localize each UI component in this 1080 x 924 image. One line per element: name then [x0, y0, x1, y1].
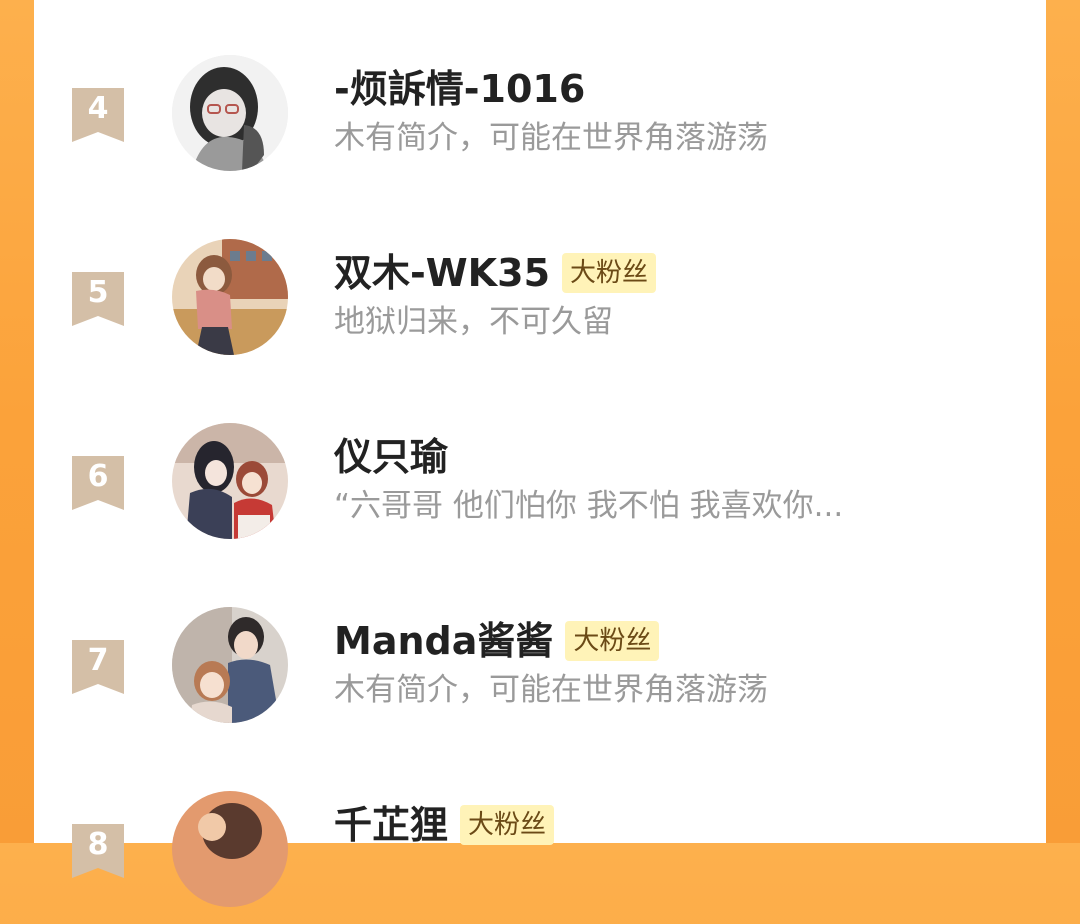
rank-badge: 8 — [72, 824, 124, 882]
avatar[interactable] — [172, 791, 288, 907]
rank-badge: 4 — [72, 88, 124, 146]
fan-badge: 大粉丝 — [460, 805, 555, 845]
list-item[interactable]: 7 Manda酱酱 大粉丝 木有简介，可能在世界角落游荡 — [34, 590, 1046, 740]
avatar[interactable] — [172, 55, 288, 171]
user-name[interactable]: 双木-WK35 — [334, 250, 550, 296]
user-name[interactable]: 千芷狸 — [334, 802, 448, 848]
user-bio: 木有简介，可能在世界角落游荡 — [334, 120, 768, 156]
name-line: Manda酱酱 大粉丝 — [334, 616, 660, 666]
rank-number: 7 — [87, 643, 109, 678]
avatar[interactable] — [172, 607, 288, 723]
user-name[interactable]: 仪只瑜 — [334, 434, 448, 480]
rank-number: 6 — [87, 459, 109, 494]
rank-badge: 6 — [72, 456, 124, 514]
avatar[interactable] — [172, 423, 288, 539]
fan-badge: 大粉丝 — [565, 621, 660, 661]
list-item[interactable]: 4 -烦訴情-1016 木有简介，可能在世界角落游荡 — [34, 38, 1046, 188]
avatar-image — [172, 607, 288, 723]
list-item[interactable]: 5 双木-WK35 大粉丝 地狱归来，不可久留 — [34, 222, 1046, 372]
rank-badge: 7 — [72, 640, 124, 698]
list-item[interactable]: 6 仪只瑜 “六哥哥 他们怕你 我不怕 我喜欢你... — [34, 406, 1046, 556]
rank-number: 4 — [87, 91, 109, 126]
name-line: -烦訴情-1016 — [334, 64, 585, 114]
name-line: 双木-WK35 大粉丝 — [334, 248, 657, 298]
name-line: 仪只瑜 — [334, 432, 448, 482]
user-name[interactable]: Manda酱酱 — [334, 618, 553, 664]
list-item[interactable]: 8 千芷狸 大粉丝 — [34, 774, 1046, 924]
user-name[interactable]: -烦訴情-1016 — [334, 66, 585, 112]
user-bio: 地狱归来，不可久留 — [334, 304, 613, 340]
rank-number: 8 — [87, 827, 109, 862]
avatar-image — [172, 423, 288, 539]
avatar-image — [172, 55, 288, 171]
avatar-image — [172, 239, 288, 355]
fan-ranking-panel: 4 -烦訴情-1016 木有简介，可能在世界角落游荡 5 双木-WK35 大粉丝… — [34, 0, 1046, 907]
avatar-image — [172, 791, 288, 907]
rank-number: 5 — [87, 275, 109, 310]
user-bio: 木有简介，可能在世界角落游荡 — [334, 672, 768, 708]
rank-badge: 5 — [72, 272, 124, 330]
fan-badge: 大粉丝 — [562, 253, 657, 293]
user-bio: “六哥哥 他们怕你 我不怕 我喜欢你... — [334, 488, 844, 524]
avatar[interactable] — [172, 239, 288, 355]
